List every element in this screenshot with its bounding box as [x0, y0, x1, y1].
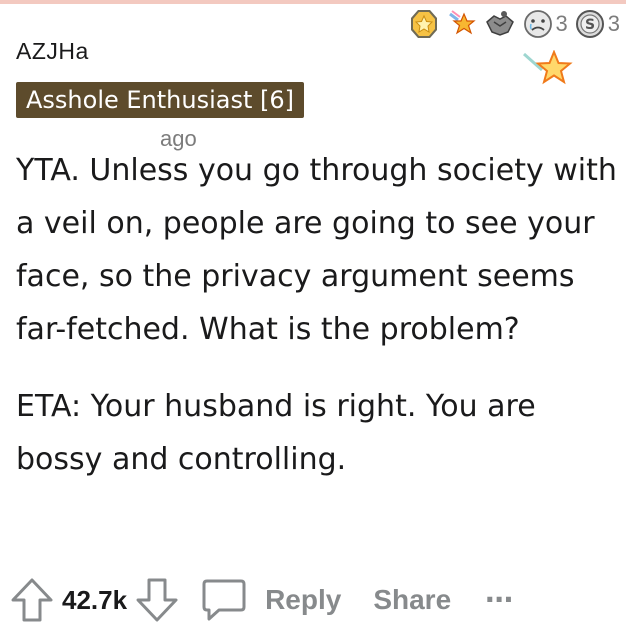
crying-award-count: 3	[555, 11, 568, 36]
awards-bar: 3 S 3	[402, 4, 620, 44]
upvote-arrow-icon	[11, 578, 53, 622]
more-options-button[interactable]: …	[485, 576, 515, 609]
gold-medal-icon[interactable]	[408, 8, 440, 40]
downvote-arrow-icon	[136, 578, 178, 622]
vote-score: 42.7k	[62, 584, 128, 615]
share-button[interactable]: Share	[373, 584, 451, 616]
downvote-button[interactable]	[135, 577, 179, 623]
comment-author[interactable]: AZJHa	[16, 38, 89, 65]
comment-paragraph: YTA. Unless you go through society with …	[16, 153, 617, 347]
user-flair: Asshole Enthusiast [6]	[16, 82, 305, 118]
crying-face-icon[interactable]	[522, 8, 554, 40]
svg-text:S: S	[585, 17, 595, 33]
comment-paragraph: ETA: Your husband is right. You are boss…	[16, 389, 536, 477]
rocket-star-icon[interactable]	[446, 8, 478, 40]
reply-button[interactable]: Reply	[201, 577, 341, 623]
silver-award-count: 3	[607, 11, 620, 36]
comment-bubble-icon	[202, 579, 246, 621]
star-icon[interactable]	[522, 49, 574, 94]
comment-body: YTA. Unless you go through society with …	[16, 144, 620, 486]
handshake-icon[interactable]	[484, 8, 516, 40]
reply-label: Reply	[265, 584, 342, 615]
silver-coin-icon[interactable]: S	[574, 8, 606, 40]
comment-actions: 42.7k Reply Share …	[10, 574, 620, 626]
upvote-button[interactable]	[10, 577, 54, 623]
